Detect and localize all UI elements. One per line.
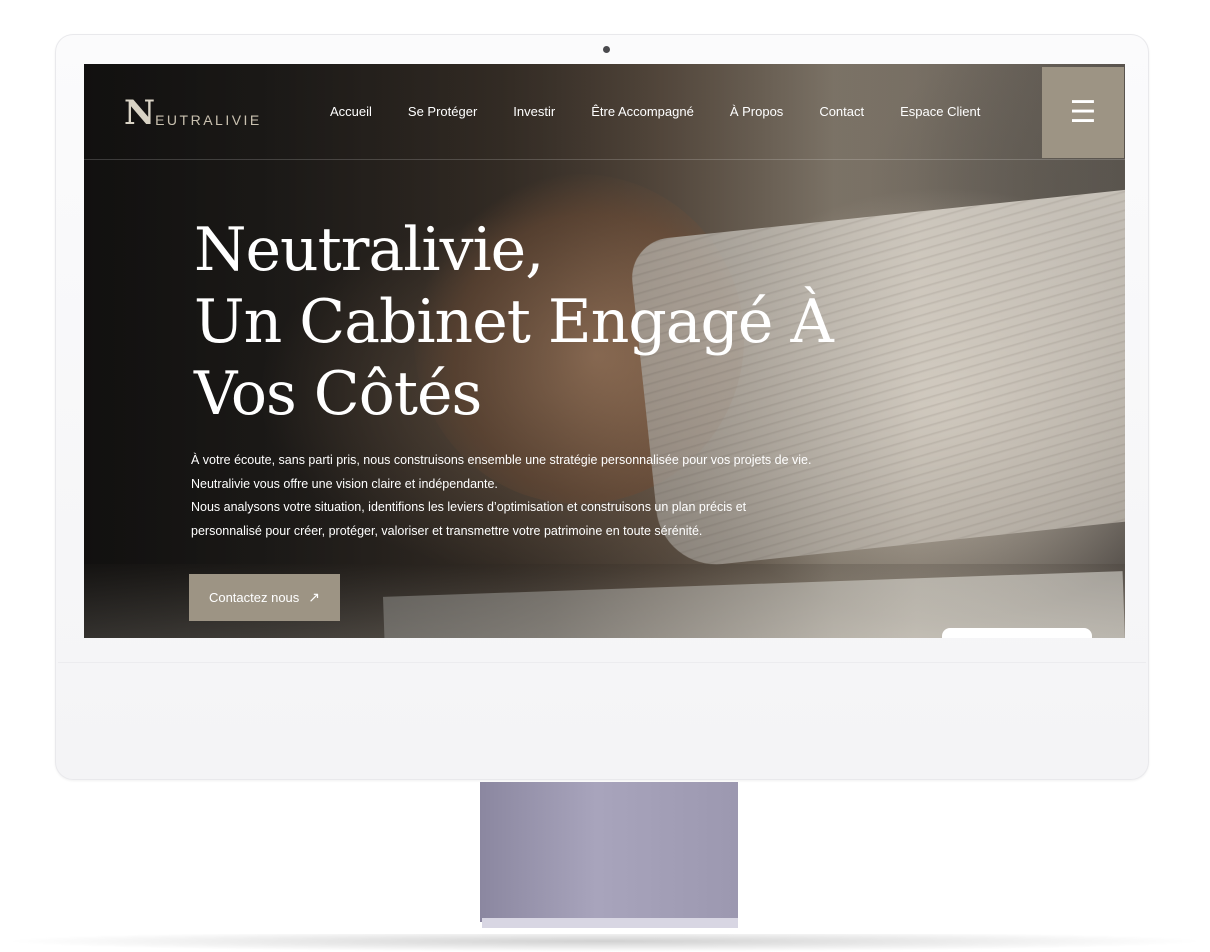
cta-label: Contactez nous (208, 590, 300, 605)
monitor-stand-edge (482, 918, 738, 928)
brand-logo[interactable]: N EUTRALIVIE (124, 93, 262, 133)
website-screen: N EUTRALIVIE Accueil Se Protéger Investi… (84, 64, 1125, 638)
hero-description: À votre écoute, sans parti pris, nous co… (191, 449, 811, 543)
nav-item-accueil[interactable]: Accueil (330, 104, 372, 119)
camera-dot (603, 46, 610, 53)
hero-title-line: Vos Côtés (194, 359, 482, 429)
nav-item-investir[interactable]: Investir (513, 104, 555, 119)
floor-shadow (0, 934, 1210, 952)
hero-description-line: personnalisé pour créer, protéger, valor… (191, 523, 703, 538)
nav-item-etre-accompagne[interactable]: Être Accompagné (591, 104, 694, 119)
site-header: N EUTRALIVIE Accueil Se Protéger Investi… (84, 64, 1125, 160)
hero-title-line: Un Cabinet Engagé À (194, 287, 834, 357)
monitor-chin-divider (58, 662, 1146, 663)
monitor-stand (480, 782, 738, 922)
hero-description-line: À votre écoute, sans parti pris, nous co… (191, 453, 812, 467)
contact-cta-button[interactable]: Contactez nous ↗ (189, 574, 340, 621)
bottom-tab-handle (942, 628, 1092, 638)
nav-item-a-propos[interactable]: À Propos (730, 104, 783, 119)
menu-button[interactable]: ☰ (1042, 67, 1124, 158)
arrow-up-right-icon: ↗ (308, 589, 321, 605)
hero-title-line: Neutralivie, (194, 215, 544, 285)
logo-text: EUTRALIVIE (155, 112, 262, 128)
nav-item-espace-client[interactable]: Espace Client (900, 104, 980, 119)
main-nav: Accueil Se Protéger Investir Être Accomp… (330, 104, 1016, 119)
nav-item-se-proteger[interactable]: Se Protéger (408, 104, 477, 119)
hero-description-line: Nous analysons votre situation, identifi… (191, 500, 747, 514)
logo-mark: N (124, 93, 155, 133)
hamburger-icon: ☰ (1069, 95, 1097, 129)
hero-description-line: Neutralivie vous offre une vision claire… (191, 476, 498, 491)
nav-item-contact[interactable]: Contact (819, 104, 864, 119)
hero-title: Neutralivie, Un Cabinet Engagé À Vos Côt… (194, 214, 834, 430)
